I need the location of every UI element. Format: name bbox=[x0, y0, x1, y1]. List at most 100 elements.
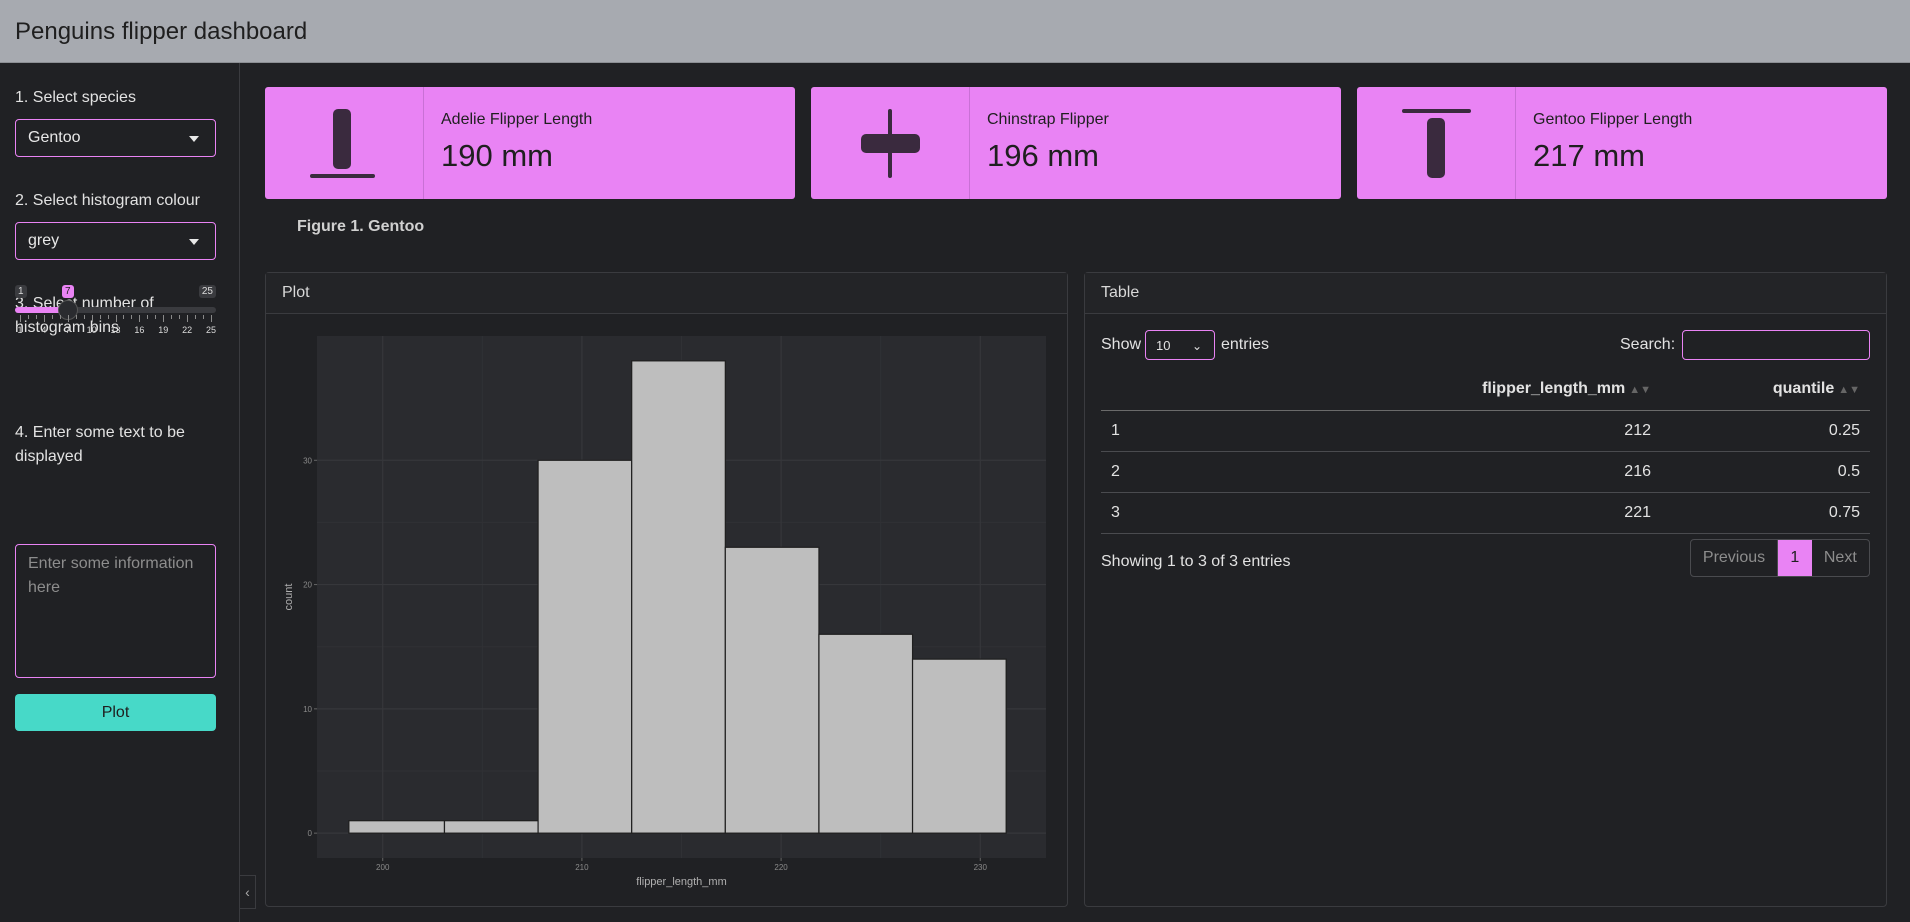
y-tick-label: 20 bbox=[303, 581, 312, 590]
table-row: 1 212 0.25 bbox=[1101, 410, 1870, 452]
slider-tick bbox=[203, 315, 205, 319]
previous-page-button[interactable]: Previous bbox=[1691, 540, 1779, 576]
slider-tick bbox=[67, 315, 69, 322]
page-1-button[interactable]: 1 bbox=[1778, 540, 1812, 576]
histogram-bar bbox=[537, 459, 633, 834]
table-row: 3 221 0.75 bbox=[1101, 492, 1870, 534]
table-cell: 216 bbox=[1141, 451, 1661, 493]
table-info: Showing 1 to 3 of 3 entries bbox=[1101, 553, 1291, 570]
slider-tick bbox=[91, 315, 93, 322]
entries-length-select[interactable]: 10 ⌄ bbox=[1145, 330, 1215, 360]
sort-icon: ▲▼ bbox=[1629, 384, 1651, 397]
slider-min-label: 1 bbox=[15, 285, 27, 298]
flipper-low-icon bbox=[310, 109, 375, 178]
plot-card: Plot 200 210 220 230 0 10 20 30 flipper_length_m… bbox=[265, 272, 1068, 907]
slider-tick bbox=[147, 315, 149, 319]
column-header-label: quantile bbox=[1772, 380, 1835, 398]
slider-tick bbox=[195, 315, 197, 319]
value-box-value: 217 mm bbox=[1533, 138, 1645, 173]
entries-length-value: 10 bbox=[1156, 338, 1171, 353]
slider-tick bbox=[99, 315, 101, 319]
value-box-icon-area bbox=[811, 87, 970, 199]
slider-tick-label: 1 bbox=[17, 325, 23, 335]
slider-tick bbox=[179, 315, 181, 319]
histogram-chart: 200 210 220 230 0 10 20 30 flipper_length_mm coun… bbox=[283, 336, 1046, 888]
table-cell: 1 bbox=[1101, 410, 1141, 452]
species-select[interactable]: Gentoo bbox=[15, 119, 216, 157]
slider-tick bbox=[107, 315, 109, 319]
table-cell: 0.5 bbox=[1661, 451, 1870, 493]
data-table: flipper_length_mm ▲▼ quantile ▲▼ 1 212 0.2… bbox=[1101, 369, 1870, 534]
entries-label: entries bbox=[1221, 336, 1270, 353]
flipper-high-icon bbox=[1402, 109, 1471, 178]
y-tick-label: 10 bbox=[303, 705, 312, 714]
histogram-bar bbox=[724, 546, 820, 834]
slider-value-label: 7 bbox=[62, 285, 74, 298]
chevron-down-icon bbox=[189, 239, 199, 245]
slider-tick bbox=[115, 315, 117, 322]
value-box-value: 196 mm bbox=[987, 138, 1099, 173]
slider-tick-label: 19 bbox=[158, 325, 169, 335]
histogram-bar bbox=[443, 820, 539, 834]
figure-caption: Figure 1. Gentoo bbox=[297, 218, 425, 235]
slider-tick bbox=[83, 315, 85, 319]
x-tick-label: 200 bbox=[376, 863, 390, 872]
value-box-gentoo: Gentoo Flipper Length 217 mm bbox=[1357, 87, 1887, 199]
table-card-header: Table bbox=[1085, 273, 1886, 314]
slider-tick bbox=[75, 315, 77, 319]
app-header: Penguins flipper dashboard bbox=[0, 0, 1910, 63]
slider-tick bbox=[187, 315, 189, 322]
slider-tick-label: 22 bbox=[182, 325, 193, 335]
table-row: 2 216 0.5 bbox=[1101, 451, 1870, 493]
slider-tick bbox=[35, 315, 37, 319]
y-tick-label: 0 bbox=[308, 829, 313, 838]
flipper-mid-icon bbox=[861, 109, 920, 178]
slider-tick bbox=[20, 315, 21, 322]
value-box-title: Chinstrap Flipper bbox=[987, 111, 1109, 128]
colour-select[interactable]: grey bbox=[15, 222, 216, 260]
value-box-adelie: Adelie Flipper Length 190 mm bbox=[265, 87, 795, 199]
slider-tick-label: 10 bbox=[86, 325, 97, 335]
app-title: Penguins flipper dashboard bbox=[15, 18, 308, 45]
x-axis-label: flipper_length_mm bbox=[636, 876, 727, 888]
table-cell: 3 bbox=[1101, 492, 1141, 534]
value-box-value: 190 mm bbox=[441, 138, 553, 173]
value-box-title: Gentoo Flipper Length bbox=[1533, 111, 1693, 128]
histogram-bar bbox=[818, 633, 914, 834]
next-page-button[interactable]: Next bbox=[1812, 540, 1869, 576]
y-tick-label: 30 bbox=[303, 456, 312, 465]
table-cell: 0.75 bbox=[1661, 492, 1870, 534]
sort-icon: ▲▼ bbox=[1838, 384, 1860, 397]
column-header-label: flipper_length_mm bbox=[1482, 380, 1626, 398]
slider-tick bbox=[131, 315, 133, 319]
column-header-index[interactable] bbox=[1101, 369, 1141, 411]
table-cell: 0.25 bbox=[1661, 410, 1870, 452]
slider-tick bbox=[139, 315, 141, 322]
slider-tick bbox=[43, 315, 45, 322]
table-cell: 221 bbox=[1141, 492, 1661, 534]
slider-tick-label: 16 bbox=[134, 325, 145, 335]
value-box-chinstrap: Chinstrap Flipper 196 mm bbox=[811, 87, 1341, 199]
info-textarea[interactable] bbox=[15, 544, 216, 678]
bins-slider[interactable]: 1 25 7 1 4 7 10 13 16 19 22 25 bbox=[15, 285, 216, 345]
slider-tick-label: 7 bbox=[65, 325, 71, 335]
slider-tick bbox=[163, 315, 165, 322]
slider-tick bbox=[211, 315, 212, 322]
show-label: Show bbox=[1101, 336, 1142, 353]
slider-tick-label: 4 bbox=[41, 325, 47, 335]
column-header-quantile[interactable]: quantile ▲▼ bbox=[1661, 369, 1870, 411]
slider-tick bbox=[51, 315, 53, 319]
slider-tick bbox=[171, 315, 173, 319]
slider-tick-label: 13 bbox=[110, 325, 121, 335]
slider-tick-label: 25 bbox=[205, 325, 217, 335]
table-cell: 2 bbox=[1101, 451, 1141, 493]
collapse-sidebar-button[interactable]: ‹ bbox=[240, 875, 256, 909]
table-card: Table Show 10 ⌄ entries Search: flipper_… bbox=[1084, 272, 1887, 907]
plot-button[interactable]: Plot bbox=[15, 694, 216, 731]
search-input[interactable] bbox=[1682, 330, 1870, 360]
y-axis-label: count bbox=[283, 584, 295, 611]
column-header-flipper[interactable]: flipper_length_mm ▲▼ bbox=[1141, 369, 1661, 411]
slider-ticks bbox=[15, 315, 216, 325]
slider-max-label: 25 bbox=[198, 285, 216, 298]
search-label: Search: bbox=[1620, 336, 1676, 353]
